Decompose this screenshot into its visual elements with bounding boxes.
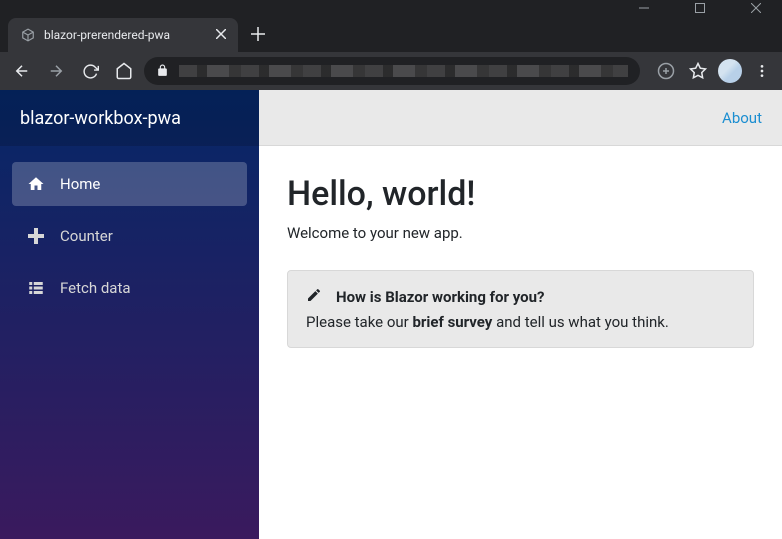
forward-button[interactable] xyxy=(42,57,70,85)
star-icon[interactable] xyxy=(686,59,710,83)
url-input[interactable] xyxy=(144,57,640,85)
reload-button[interactable] xyxy=(76,57,104,85)
tab-title: blazor-prerendered-pwa xyxy=(44,28,208,42)
sidebar-item-label: Fetch data xyxy=(60,279,131,297)
alert-body-strong[interactable]: brief survey xyxy=(412,313,492,331)
alert-body: Please take our brief survey and tell us… xyxy=(306,313,735,331)
lock-icon xyxy=(156,62,169,81)
app-root: blazor-workbox-pwa Home Counter Fetch da… xyxy=(0,90,782,539)
content: Hello, world! Welcome to your new app. H… xyxy=(259,146,782,539)
brand-title: blazor-workbox-pwa xyxy=(0,90,259,146)
tab-close-button[interactable] xyxy=(216,27,226,43)
pencil-icon xyxy=(306,287,322,307)
alert-body-prefix: Please take our xyxy=(306,313,412,331)
new-tab-button[interactable] xyxy=(244,20,272,48)
topbar: About xyxy=(259,90,782,146)
back-button[interactable] xyxy=(8,57,36,85)
url-text xyxy=(179,65,628,77)
browser-tab-bar: blazor-prerendered-pwa xyxy=(0,16,782,52)
about-link[interactable]: About xyxy=(722,109,762,127)
alert-body-suffix: and tell us what you think. xyxy=(492,313,668,331)
sidebar: blazor-workbox-pwa Home Counter Fetch da… xyxy=(0,90,259,539)
window-maximize-button[interactable] xyxy=(682,0,718,16)
sidebar-item-home[interactable]: Home xyxy=(12,162,247,206)
add-to-circle-icon[interactable] xyxy=(654,59,678,83)
window-titlebar xyxy=(0,0,782,16)
plus-icon xyxy=(26,226,46,246)
page-subtext: Welcome to your new app. xyxy=(287,224,754,242)
survey-alert: How is Blazor working for you? Please ta… xyxy=(287,270,754,348)
nav-list: Home Counter Fetch data xyxy=(0,146,259,334)
cube-icon xyxy=(20,27,36,43)
kebab-menu-icon[interactable] xyxy=(750,59,774,83)
page-heading: Hello, world! xyxy=(287,174,754,214)
sidebar-item-counter[interactable]: Counter xyxy=(12,214,247,258)
browser-address-bar xyxy=(0,52,782,90)
sidebar-item-label: Counter xyxy=(60,227,113,245)
sidebar-item-fetch-data[interactable]: Fetch data xyxy=(12,266,247,310)
alert-title-text: How is Blazor working for you? xyxy=(336,288,544,306)
home-icon xyxy=(26,174,46,194)
list-icon xyxy=(26,278,46,298)
sidebar-item-label: Home xyxy=(60,175,100,193)
avatar[interactable] xyxy=(718,59,742,83)
main-area: About Hello, world! Welcome to your new … xyxy=(259,90,782,539)
home-button[interactable] xyxy=(110,57,138,85)
window-close-button[interactable] xyxy=(738,0,774,16)
browser-tab[interactable]: blazor-prerendered-pwa xyxy=(8,18,238,52)
window-minimize-button[interactable] xyxy=(626,0,662,16)
